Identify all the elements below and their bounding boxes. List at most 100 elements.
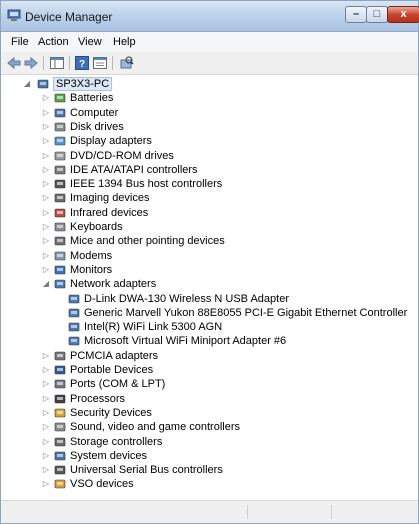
network-adapter-icon <box>53 277 67 291</box>
tree-category[interactable]: ▷ IDE ATA/ATAPI controllers <box>1 163 418 177</box>
expand-arrow-icon[interactable]: ▷ <box>42 380 50 388</box>
tree-category[interactable]: ▷ Disk drives <box>1 120 418 134</box>
menu-help[interactable]: Help <box>113 36 136 48</box>
tree-node-label: PCMCIA adapters <box>70 349 159 362</box>
expand-arrow-icon[interactable]: ▷ <box>42 180 50 188</box>
tree-category[interactable]: ▷ Monitors <box>1 263 418 277</box>
tree-category[interactable]: ▷ Display adapters <box>1 134 418 148</box>
network-device-icon <box>67 306 81 320</box>
back-arrow-icon[interactable] <box>6 55 22 71</box>
title-bar[interactable]: Device Manager – □ x <box>1 1 419 32</box>
tree-category[interactable]: ▷ Sound, video and game controllers <box>1 420 418 434</box>
expand-arrow-icon[interactable]: ▷ <box>42 223 50 231</box>
system-device-icon <box>53 449 67 463</box>
tree-category[interactable]: ▷ DVD/CD-ROM drives <box>1 149 418 163</box>
properties-icon[interactable] <box>92 55 108 71</box>
expand-arrow-icon[interactable]: ▷ <box>42 108 50 117</box>
network-device-icon <box>67 292 81 306</box>
ieee1394-icon <box>53 177 67 191</box>
expand-arrow-icon[interactable]: ▷ <box>42 251 50 260</box>
tree-node-label: Processors <box>70 392 126 405</box>
expand-arrow-icon[interactable]: ▷ <box>42 137 50 145</box>
help-icon[interactable]: ? <box>74 55 90 71</box>
tree-category[interactable]: ▷ Modems <box>1 249 418 263</box>
tree-node-label: Display adapters <box>70 135 152 148</box>
tree-category[interactable]: ▷ Storage controllers <box>1 435 418 449</box>
menu-action[interactable]: Action <box>38 36 69 48</box>
tree-node-label: DVD/CD-ROM drives <box>70 149 174 162</box>
tree-root-computer[interactable]: ◢ SP3X3-PC <box>1 77 418 91</box>
tree-node-label: Batteries <box>70 92 114 105</box>
tree-category[interactable]: ▷ IEEE 1394 Bus host controllers <box>1 177 418 191</box>
minimize-button[interactable]: – <box>345 6 367 23</box>
expand-arrow-icon[interactable]: ▷ <box>42 151 50 160</box>
computer-root-icon <box>36 77 50 91</box>
tree-node-label: Security Devices <box>70 406 152 419</box>
show-hide-console-tree-icon[interactable] <box>49 55 65 71</box>
menu-view[interactable]: View <box>78 36 102 48</box>
tree-node-label: Sound, video and game controllers <box>70 421 240 434</box>
tree-category[interactable]: ▷ VSO devices <box>1 477 418 491</box>
imaging-device-icon <box>53 191 67 205</box>
tree-category[interactable]: ▷ Computer <box>1 106 418 120</box>
tree-category[interactable]: ▷ Portable Devices <box>1 363 418 377</box>
expand-arrow-icon[interactable]: ▷ <box>42 437 50 446</box>
tree-category[interactable]: ▷ System devices <box>1 449 418 463</box>
expand-arrow-icon[interactable]: ▷ <box>42 423 50 431</box>
tree-node-label: Generic Marvell Yukon 88E8055 PCI-E Giga… <box>84 306 408 319</box>
menu-bar: File Action View Help <box>1 32 418 52</box>
tree-node-label: Mice and other pointing devices <box>70 235 225 248</box>
disk-drive-icon <box>53 120 67 134</box>
tree-category[interactable]: ▷ Batteries <box>1 91 418 105</box>
expand-arrow-icon[interactable]: ▷ <box>42 451 50 460</box>
tree-node-label: SP3X3-PC <box>53 77 113 91</box>
ide-controller-icon <box>53 163 67 177</box>
expand-arrow-icon[interactable]: ▷ <box>42 351 50 360</box>
tree-category[interactable]: ▷ Imaging devices <box>1 191 418 205</box>
tree-node-label: System devices <box>70 449 148 462</box>
expand-arrow-icon[interactable]: ▷ <box>42 265 50 274</box>
expand-arrow-icon[interactable]: ▷ <box>42 94 50 102</box>
collapse-arrow-icon[interactable]: ◢ <box>42 280 50 288</box>
tree-node-label: Ports (COM & LPT) <box>70 378 166 391</box>
tree-device[interactable]: D-Link DWA-130 Wireless N USB Adapter <box>1 292 418 306</box>
maximize-button[interactable]: □ <box>366 6 388 23</box>
tree-category[interactable]: ◢ Network adapters <box>1 277 418 291</box>
toolbar-separator <box>69 56 70 70</box>
expand-arrow-icon[interactable]: ▷ <box>42 165 50 174</box>
expand-arrow-icon[interactable]: ▷ <box>42 394 50 403</box>
device-tree: ◢ SP3X3-PC ▷ Batteries ▷ Computer ▷ Disk drives… <box>1 75 418 501</box>
expand-arrow-icon[interactable]: ▷ <box>42 408 50 417</box>
expand-arrow-icon[interactable]: ▷ <box>42 237 50 245</box>
tree-category[interactable]: ▷ Infrared devices <box>1 206 418 220</box>
tree-node-label: Portable Devices <box>70 364 154 376</box>
expand-arrow-icon[interactable]: ▷ <box>42 208 50 217</box>
collapse-arrow-icon[interactable]: ◢ <box>23 80 31 88</box>
tree-device[interactable]: Microsoft Virtual WiFi Miniport Adapter … <box>1 334 418 348</box>
tree-category[interactable]: ▷ PCMCIA adapters <box>1 349 418 363</box>
expand-arrow-icon[interactable]: ▷ <box>42 194 50 202</box>
expand-arrow-icon[interactable]: ▷ <box>42 480 50 488</box>
tree-node-label: Monitors <box>70 263 113 276</box>
status-bar <box>1 500 418 523</box>
tree-node-label: Universal Serial Bus controllers <box>70 464 223 477</box>
tree-category[interactable]: ▷ Processors <box>1 392 418 406</box>
pcmcia-icon <box>53 349 67 363</box>
tree-category[interactable]: ▷ Universal Serial Bus controllers <box>1 463 418 477</box>
tree-category[interactable]: ▷ Mice and other pointing devices <box>1 234 418 248</box>
menu-file[interactable]: File <box>11 36 29 48</box>
expand-arrow-icon[interactable]: ▷ <box>42 466 50 474</box>
forward-arrow-icon[interactable] <box>23 55 39 71</box>
scan-hardware-changes-icon[interactable] <box>118 55 134 71</box>
tree-device[interactable]: Intel(R) WiFi Link 5300 AGN <box>1 320 418 334</box>
expand-arrow-icon[interactable]: ▷ <box>42 366 50 374</box>
tree-category[interactable]: ▷ Keyboards <box>1 220 418 234</box>
tree-category[interactable]: ▷ Security Devices <box>1 406 418 420</box>
tree-device[interactable]: Generic Marvell Yukon 88E8055 PCI-E Giga… <box>1 306 418 320</box>
network-device-icon <box>67 320 81 334</box>
tree-category[interactable]: ▷ Ports (COM & LPT) <box>1 377 418 391</box>
expand-arrow-icon[interactable]: ▷ <box>42 122 50 131</box>
tree-node-label: IDE ATA/ATAPI controllers <box>70 163 198 176</box>
close-button[interactable]: x <box>387 6 419 23</box>
mouse-icon <box>53 234 67 248</box>
